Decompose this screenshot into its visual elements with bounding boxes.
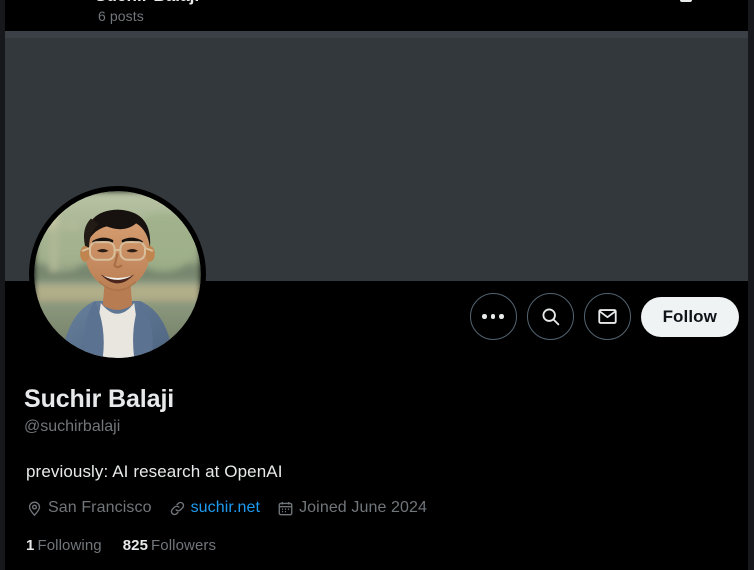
link-icon: [169, 500, 186, 517]
message-button[interactable]: [583, 293, 631, 340]
following-count: 1: [26, 537, 35, 554]
identity-block: Suchir Balaji @suchirbalaji: [24, 384, 174, 438]
display-name: Suchir Balaji: [24, 385, 175, 413]
avatar[interactable]: [29, 186, 206, 363]
search-button[interactable]: [526, 293, 574, 340]
envelope-icon: [597, 306, 618, 327]
location-pin-icon: [26, 500, 43, 517]
meta-joined: Joined June 2024: [277, 499, 427, 517]
calendar-icon: [277, 500, 294, 517]
following-stat[interactable]: 1 Following: [26, 537, 102, 554]
meta-joined-text: Joined June 2024: [299, 499, 427, 516]
profile-meta-row: San Francisco suchir.net Joined June 202…: [26, 499, 444, 517]
followers-count: 825: [122, 537, 149, 554]
more-horizontal-icon: [482, 314, 504, 319]
bio-text: previously: AI research at OpenAI: [26, 462, 283, 481]
following-label: Following: [37, 537, 102, 554]
meta-link[interactable]: suchir.net: [169, 499, 260, 517]
search-icon: [540, 306, 561, 327]
followers-stat[interactable]: 825 Followers: [123, 537, 216, 554]
back-arrow-icon[interactable]: [23, 0, 49, 4]
avatar-image: [34, 191, 201, 358]
profile-stats: 1 Following 825 Followers: [26, 537, 237, 554]
follow-button[interactable]: Follow: [640, 296, 739, 337]
banner-top-strip: [5, 31, 748, 38]
more-button[interactable]: [469, 293, 517, 340]
header-right-glyph: [680, 0, 692, 2]
meta-link-text[interactable]: suchir.net: [191, 499, 260, 517]
profile-actions: Follow: [469, 293, 739, 340]
page-header: Suchir Balaji 6 posts: [5, 0, 748, 31]
meta-location: San Francisco: [26, 499, 152, 517]
followers-label: Followers: [151, 537, 217, 554]
handle: @suchirbalaji: [24, 418, 121, 435]
meta-location-text: San Francisco: [48, 499, 152, 516]
header-posts-count: 6 posts: [98, 8, 144, 24]
header-title: Suchir Balaji: [95, 0, 199, 6]
profile-page: Suchir Balaji 6 posts: [0, 0, 754, 570]
